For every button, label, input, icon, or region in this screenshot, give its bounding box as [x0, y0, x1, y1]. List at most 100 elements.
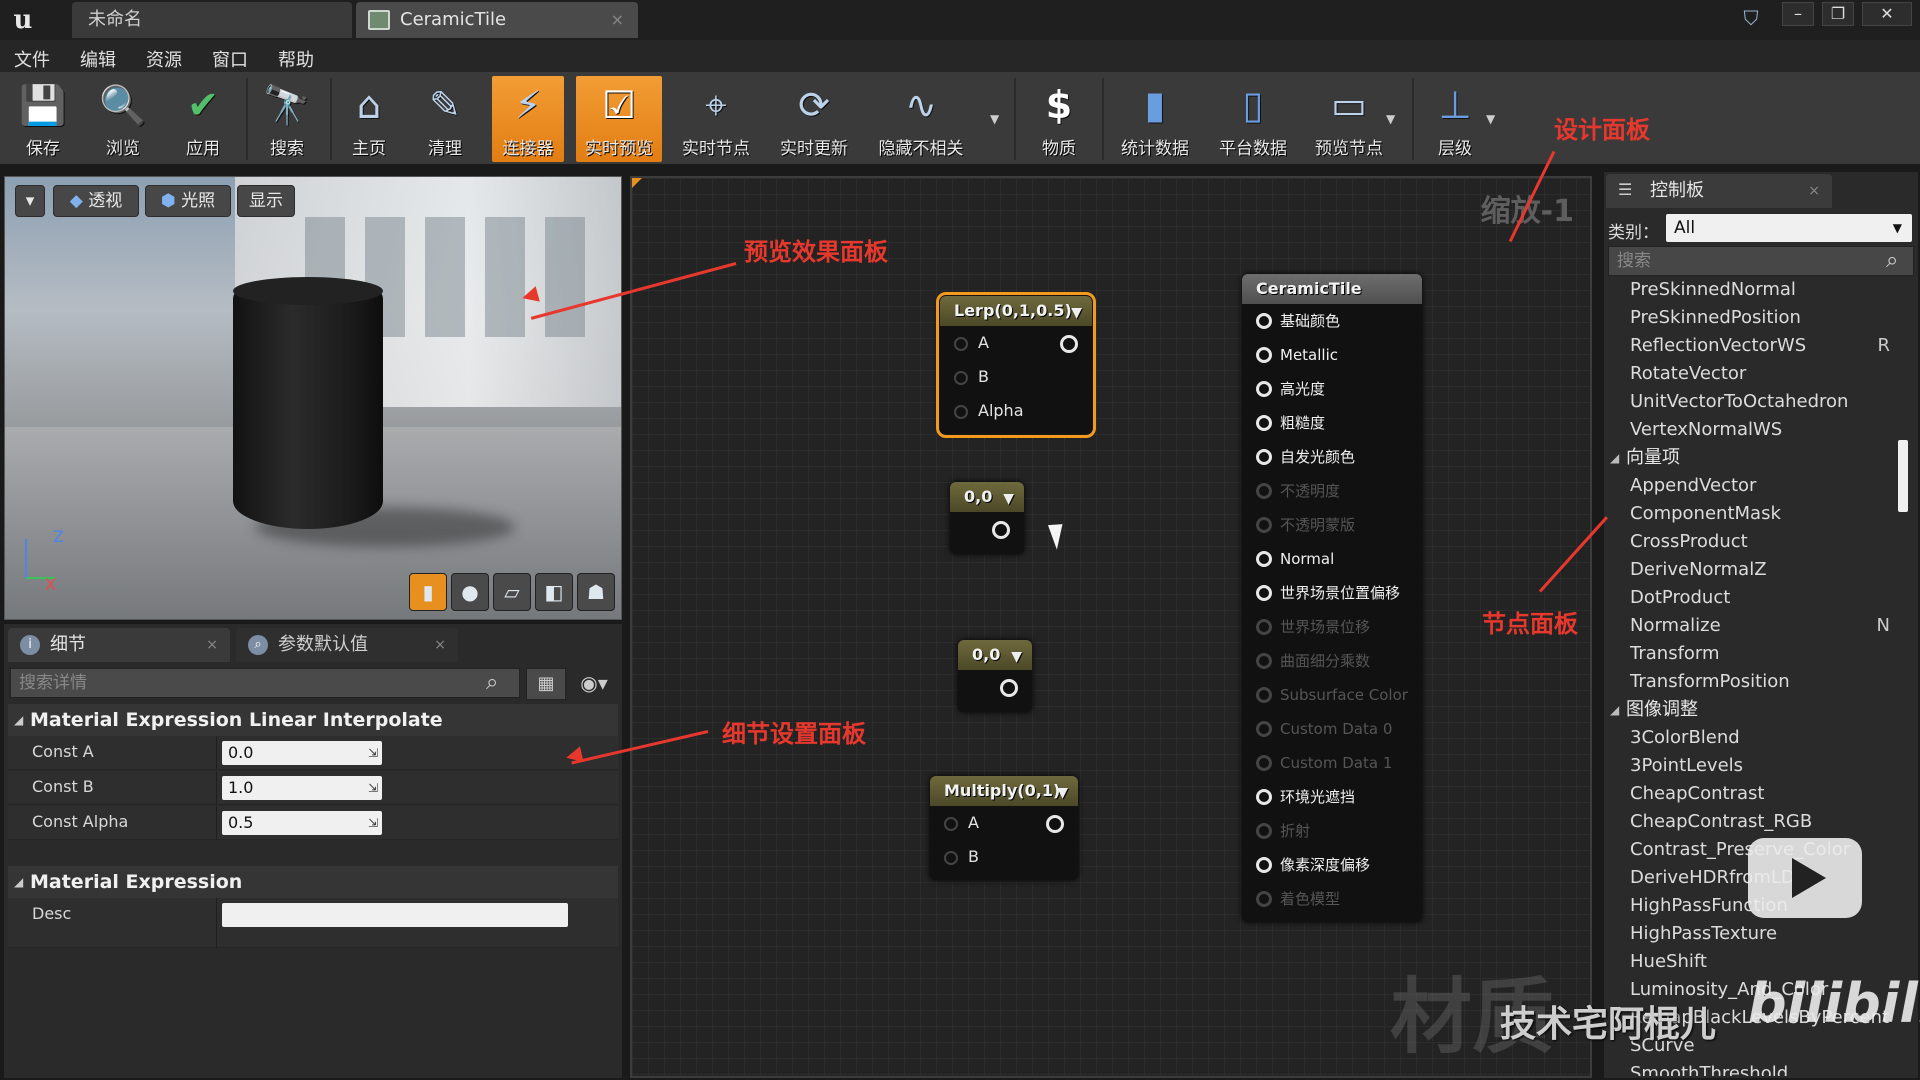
output-pin-icon[interactable]: [1000, 679, 1018, 697]
result-pin[interactable]: 自发光颜色: [1242, 440, 1422, 474]
perspective-button[interactable]: ◆ 透视: [53, 185, 139, 217]
view-options-button[interactable]: ◉▾: [570, 668, 618, 700]
input-pin-icon[interactable]: [954, 337, 968, 351]
palette-item[interactable]: CrossProduct: [1608, 528, 1894, 556]
const-a-field[interactable]: 0.0 ⇲: [222, 741, 382, 765]
input-pin-icon[interactable]: [1256, 619, 1272, 635]
preview-node-button[interactable]: ▭ 预览节点: [1306, 76, 1392, 162]
input-pin-icon[interactable]: [944, 817, 958, 831]
tab-palette[interactable]: ☰ 控制板 ×: [1606, 174, 1832, 208]
result-pin[interactable]: 基础颜色: [1242, 304, 1422, 338]
input-pin-icon[interactable]: [1256, 449, 1272, 465]
desc-field[interactable]: [222, 903, 568, 927]
result-pin[interactable]: 不透明度: [1242, 474, 1422, 508]
palette-item[interactable]: RotateVector: [1608, 360, 1894, 388]
input-pin-icon[interactable]: [1256, 551, 1272, 567]
result-pin[interactable]: 世界场景位移: [1242, 610, 1422, 644]
material-result-node[interactable]: CeramicTile 基础颜色 Metallic 高光度 粗糙度 自发光颜色 不透明度不…: [1242, 274, 1422, 922]
palette-item[interactable]: Normalize N: [1608, 612, 1894, 640]
result-pin[interactable]: 着色模型: [1242, 882, 1422, 916]
input-pin-icon[interactable]: [1256, 891, 1272, 907]
palette-item[interactable]: Transform: [1608, 640, 1894, 668]
home-button[interactable]: ⌂ 主页: [334, 76, 404, 162]
palette-category[interactable]: ◢ 向量项: [1608, 444, 1894, 472]
result-pin[interactable]: 世界场景位置偏移: [1242, 576, 1422, 610]
close-window-button[interactable]: ✕: [1862, 2, 1912, 26]
input-pin-icon[interactable]: [954, 405, 968, 419]
pin-alpha[interactable]: Alpha: [940, 394, 1092, 428]
input-pin-icon[interactable]: [1256, 483, 1272, 499]
input-pin-icon[interactable]: [1256, 823, 1272, 839]
input-pin-icon[interactable]: [1256, 789, 1272, 805]
input-pin-icon[interactable]: [1256, 517, 1272, 533]
viewport-options-button[interactable]: ▾: [15, 185, 45, 217]
result-pin[interactable]: 高光度: [1242, 372, 1422, 406]
chevron-down-icon[interactable]: ▼: [1386, 112, 1400, 126]
apply-button[interactable]: ✔ 应用: [168, 76, 238, 162]
chevron-down-icon[interactable]: ▼: [990, 112, 1004, 126]
multiply-node[interactable]: Multiply(0,1) ▼ A B: [930, 776, 1078, 880]
result-pin[interactable]: Metallic: [1242, 338, 1422, 372]
pin-b[interactable]: B: [940, 360, 1092, 394]
tab-details[interactable]: i 细节 ×: [8, 628, 230, 662]
chevron-down-icon[interactable]: ▼: [1011, 642, 1022, 672]
close-tab-icon[interactable]: ×: [206, 628, 218, 662]
const-alpha-field[interactable]: 0.5 ⇲: [222, 811, 382, 835]
palette-search-input[interactable]: 搜索: [1608, 246, 1914, 276]
input-pin-icon[interactable]: [1256, 415, 1272, 431]
result-pin[interactable]: 像素深度偏移: [1242, 848, 1422, 882]
palette-item[interactable]: SmoothThreshold: [1608, 1060, 1894, 1076]
palette-item[interactable]: TransformPosition: [1608, 668, 1894, 696]
close-tab-icon[interactable]: ×: [434, 628, 446, 662]
result-pin[interactable]: Subsurface Color: [1242, 678, 1422, 712]
palette-item[interactable]: VertexNormalWS: [1608, 416, 1894, 444]
live-update-button[interactable]: ⟳ 实时更新: [768, 76, 860, 162]
menu-help[interactable]: 帮助: [278, 46, 314, 72]
spin-icon[interactable]: ⇲: [368, 811, 378, 835]
browse-button[interactable]: 🔍 浏览: [88, 76, 158, 162]
palette-item[interactable]: PreSkinnedNormal: [1608, 276, 1894, 304]
palette-item[interactable]: ReflectionVectorWS R: [1608, 332, 1894, 360]
chevron-down-icon[interactable]: ▼: [1057, 778, 1068, 808]
input-pin-icon[interactable]: [944, 851, 958, 865]
lerp-node[interactable]: Lerp(0,1,0.5) ▼ A B Alpha: [936, 292, 1096, 438]
output-pin-icon[interactable]: [1060, 335, 1078, 353]
palette-item[interactable]: PreSkinnedPosition: [1608, 304, 1894, 332]
chevron-down-icon[interactable]: ▼: [1071, 298, 1082, 328]
result-pin[interactable]: 曲面细分乘数: [1242, 644, 1422, 678]
material-stats-button[interactable]: $ 物质: [1024, 76, 1094, 162]
result-pin[interactable]: 环境光遮挡: [1242, 780, 1422, 814]
chevron-down-icon[interactable]: ▼: [1003, 484, 1014, 514]
section-material-expression[interactable]: ◢ Material Expression: [8, 866, 618, 898]
collapse-triangle-icon[interactable]: ◢: [1610, 696, 1619, 724]
platform-stats-button[interactable]: ▯ 平台数据: [1210, 76, 1296, 162]
live-nodes-button[interactable]: ⌖ 实时节点: [670, 76, 762, 162]
spin-icon[interactable]: ⇲: [368, 741, 378, 765]
palette-item[interactable]: HighPassTexture: [1608, 920, 1894, 948]
details-search-input[interactable]: 搜索详情: [10, 668, 520, 698]
chevron-down-icon[interactable]: ▼: [1486, 112, 1500, 126]
constant2vector-node[interactable]: 0,0 ▼: [958, 640, 1032, 712]
preview-cylinder-button[interactable]: ▮: [409, 573, 447, 611]
result-pin[interactable]: Custom Data 1: [1242, 746, 1422, 780]
const-b-field[interactable]: 1.0 ⇲: [222, 776, 382, 800]
pin-a[interactable]: A: [930, 806, 1078, 840]
hierarchy-button[interactable]: ⊥ 层级: [1420, 76, 1490, 162]
input-pin-icon[interactable]: [954, 371, 968, 385]
show-button[interactable]: 显示: [237, 185, 295, 217]
result-pin[interactable]: Normal: [1242, 542, 1422, 576]
palette-item[interactable]: ComponentMask: [1608, 500, 1894, 528]
maximize-button[interactable]: ❐: [1822, 2, 1854, 26]
palette-item[interactable]: UnitVectorToOctahedron: [1608, 388, 1894, 416]
minimize-button[interactable]: –: [1782, 2, 1814, 26]
close-tab-icon[interactable]: ×: [611, 2, 624, 38]
clean-up-button[interactable]: ✎ 清理: [410, 76, 480, 162]
connectors-button[interactable]: ⚡ 连接器: [492, 76, 564, 162]
section-linear-interpolate[interactable]: ◢ Material Expression Linear Interpolate: [8, 704, 618, 736]
property-matrix-button[interactable]: ▦: [526, 668, 566, 700]
preview-viewport[interactable]: ▾ ◆ 透视 ⬢ 光照 显示 Z X ▮ ● ▱ ◧ ☗: [4, 176, 622, 620]
preview-sphere-button[interactable]: ●: [451, 573, 489, 611]
input-pin-icon[interactable]: [1256, 313, 1272, 329]
stats-button[interactable]: ▮ 统计数据: [1112, 76, 1198, 162]
tab-untitled[interactable]: 未命名: [72, 2, 352, 38]
